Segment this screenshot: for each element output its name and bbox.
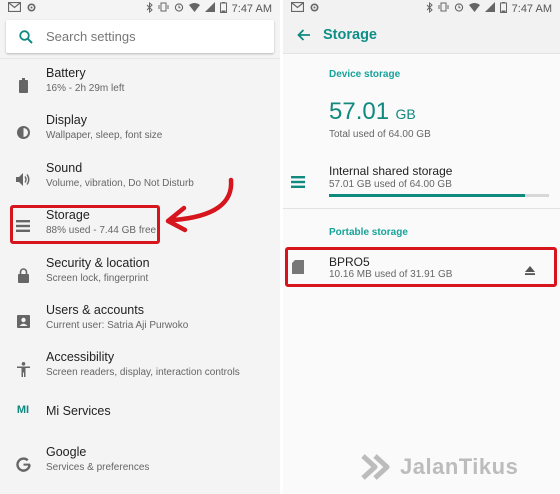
back-arrow-icon[interactable] (283, 29, 323, 41)
search-icon (6, 29, 46, 44)
internal-storage-progress-fill (329, 194, 526, 197)
settings-item-users[interactable]: Users & accounts Current user: Satria Aj… (0, 303, 280, 349)
item-subtitle: Screen readers, display, interaction con… (46, 367, 240, 378)
item-title: Mi Services (46, 404, 111, 418)
storage-total-caption: Total used of 64.00 GB (329, 129, 431, 140)
item-title: Users & accounts (46, 303, 144, 317)
item-title: Sound (46, 161, 83, 175)
internal-shared-storage-item[interactable]: Internal shared storage 57.01 GB used of… (283, 158, 560, 204)
internal-storage-subtitle: 57.01 GB used of 64.00 GB (329, 179, 452, 190)
divider (283, 208, 560, 209)
battery-icon (0, 66, 46, 93)
status-bar: 7:47 AM (283, 0, 560, 17)
item-subtitle: 16% - 2h 29m left (46, 83, 125, 94)
status-time: 7:47 AM (231, 2, 272, 15)
settings-notification-icon (26, 2, 37, 16)
storage-total-unit: GB (395, 106, 416, 122)
settings-item-accessibility[interactable]: Accessibility Screen readers, display, i… (0, 350, 280, 396)
google-icon (0, 445, 46, 472)
battery-status-icon (219, 1, 227, 16)
gmail-notification-icon (290, 1, 305, 15)
bluetooth-icon (426, 1, 433, 16)
search-settings-bar[interactable]: Search settings (6, 20, 274, 53)
internal-storage-title: Internal shared storage (329, 164, 453, 178)
item-title: Battery (46, 66, 86, 80)
internal-storage-progress (329, 194, 549, 197)
accessibility-icon (0, 350, 46, 377)
storage-highlight-box (10, 205, 160, 244)
storage-total-value: 57.01 (329, 98, 390, 125)
alarm-icon (174, 2, 184, 15)
vibrate-icon (438, 2, 449, 15)
bluetooth-icon (146, 1, 153, 16)
mi-logo-icon: MI (16, 404, 30, 416)
item-title: Google (46, 445, 87, 459)
watermark-logo-icon (361, 454, 390, 480)
item-title: Display (46, 113, 87, 127)
storage-total: 57.01 GB (329, 98, 416, 126)
battery-status-icon (499, 1, 507, 16)
volume-icon (0, 161, 46, 186)
settings-notification-icon (309, 2, 320, 16)
jalantikus-watermark: JalanTikus (361, 452, 518, 482)
lock-icon (0, 256, 46, 283)
portable-storage-highlight-box (285, 247, 557, 287)
wifi-icon (468, 2, 480, 15)
wifi-icon (188, 2, 200, 15)
status-bar: 7:47 AM (0, 0, 280, 17)
device-storage-header: Device storage (329, 69, 401, 80)
item-subtitle: Screen lock, fingerprint (46, 273, 149, 284)
portable-storage-header: Portable storage (329, 227, 408, 238)
divider (0, 58, 280, 59)
settings-item-mi-services[interactable]: MI Mi Services (0, 404, 280, 450)
search-placeholder: Search settings (46, 29, 136, 44)
settings-item-display[interactable]: Display Wallpaper, sleep, font size (0, 113, 280, 159)
storage-screen: 7:47 AM Storage Device storage 57.01 GB … (283, 0, 560, 494)
settings-item-google[interactable]: Google Services & preferences (0, 445, 280, 491)
item-title: Security & location (46, 256, 150, 270)
alarm-icon (454, 2, 464, 15)
app-bar: Storage (283, 17, 560, 54)
vibrate-icon (158, 2, 169, 15)
cell-signal-icon (204, 2, 215, 15)
settings-item-battery[interactable]: Battery 16% - 2h 29m left (0, 66, 280, 112)
gmail-notification-icon (7, 1, 22, 15)
red-arrow-annotation (165, 177, 234, 233)
settings-item-security[interactable]: Security & location Screen lock, fingerp… (0, 256, 280, 302)
item-subtitle: Wallpaper, sleep, font size (46, 130, 163, 141)
cell-signal-icon (484, 2, 495, 15)
item-subtitle: Current user: Satria Aji Purwoko (46, 320, 189, 331)
settings-screen: 7:47 AM Search settings Battery 16% - 2h… (0, 0, 280, 494)
account-box-icon (0, 303, 46, 328)
item-subtitle: Services & preferences (46, 462, 150, 473)
item-title: Accessibility (46, 350, 115, 364)
status-time: 7:47 AM (511, 2, 552, 15)
watermark-text: JalanTikus (400, 454, 519, 479)
storage-list-icon (291, 175, 305, 193)
page-title: Storage (323, 27, 377, 43)
brightness-icon (0, 113, 46, 140)
